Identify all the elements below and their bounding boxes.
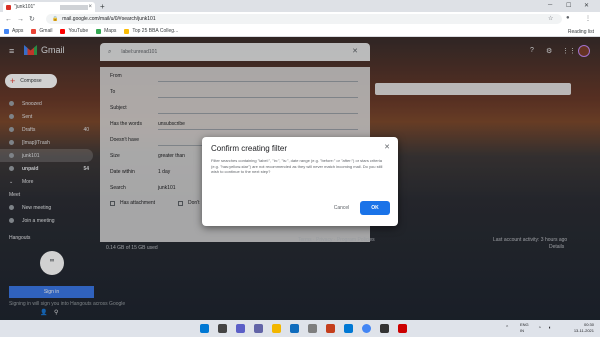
cancel-button[interactable]: Cancel bbox=[328, 202, 355, 214]
reading-list[interactable]: Reading list bbox=[568, 29, 594, 35]
clock[interactable]: 00:30 13-11-2021 bbox=[574, 322, 594, 334]
apps-icon bbox=[4, 28, 9, 34]
minimize-icon[interactable]: ─ bbox=[548, 2, 552, 8]
ok-button[interactable]: OK bbox=[360, 201, 390, 215]
window-close-icon[interactable]: ✕ bbox=[584, 2, 589, 9]
bookmarks-bar: Apps Gmail YouTube Maps Top 25 BBA Colle… bbox=[0, 26, 600, 37]
office-icon[interactable] bbox=[326, 324, 335, 333]
windows-taskbar: ⌃ ENG IN ◔ ◖ 00:30 13-11-2021 bbox=[0, 320, 600, 337]
redacted-text bbox=[60, 4, 89, 10]
forward-icon[interactable]: → bbox=[17, 16, 24, 23]
wifi-icon[interactable]: ◔ bbox=[538, 325, 541, 331]
teams-icon[interactable] bbox=[254, 324, 263, 333]
bookmark-gmail[interactable]: Gmail bbox=[31, 28, 52, 34]
star-icon[interactable]: ☆ bbox=[548, 15, 553, 22]
gmail-favicon-icon bbox=[6, 4, 11, 10]
task-view-icon[interactable] bbox=[236, 324, 245, 333]
new-tab-button[interactable]: + bbox=[100, 2, 105, 11]
address-bar-row: ← → ↻ 🔒 mail.google.com/mail/u/0/#search… bbox=[0, 12, 600, 26]
start-icon[interactable] bbox=[200, 324, 209, 333]
gmail-icon bbox=[31, 28, 37, 34]
browser-menu-icon[interactable]: ⋮ bbox=[585, 15, 591, 22]
youtube-icon bbox=[60, 28, 66, 34]
url-field[interactable]: 🔒 mail.google.com/mail/u/0/#search/junk1… bbox=[46, 14, 562, 24]
bookmark-youtube[interactable]: YouTube bbox=[60, 28, 88, 34]
volume-icon[interactable]: ◖ bbox=[548, 325, 551, 331]
mail-icon[interactable] bbox=[344, 324, 353, 333]
store-icon[interactable] bbox=[308, 324, 317, 333]
bookmark-maps[interactable]: Maps bbox=[96, 28, 116, 34]
reload-icon[interactable]: ↻ bbox=[29, 15, 35, 23]
edge-icon[interactable] bbox=[290, 324, 299, 333]
back-icon[interactable]: ← bbox=[5, 16, 12, 23]
app-red-icon[interactable] bbox=[398, 324, 407, 333]
search-icon[interactable] bbox=[218, 324, 227, 333]
lock-icon: 🔒 bbox=[52, 16, 59, 22]
browser-tab[interactable]: "junk101" × bbox=[3, 2, 95, 12]
maximize-icon[interactable]: ☐ bbox=[566, 2, 571, 9]
profile-icon[interactable]: ● bbox=[566, 15, 570, 21]
tab-title: "junk101" bbox=[14, 4, 36, 10]
bookmark-apps[interactable]: Apps bbox=[4, 28, 23, 34]
browser-tab-bar: "junk101" × + ─ ☐ ✕ bbox=[0, 0, 600, 12]
dialog-message: Filter searches containing "label:", "in… bbox=[211, 158, 383, 175]
file-explorer-icon[interactable] bbox=[272, 324, 281, 333]
bookmark-colleges[interactable]: Top 25 BBA Colleg... bbox=[124, 28, 178, 34]
dialog-title: Confirm creating filter bbox=[211, 144, 288, 153]
tray-chevron-icon[interactable]: ⌃ bbox=[505, 325, 509, 331]
maps-icon bbox=[96, 28, 102, 34]
app-icon[interactable] bbox=[380, 324, 389, 333]
confirm-filter-dialog: Confirm creating filter ✕ Filter searche… bbox=[202, 137, 398, 226]
url-text: mail.google.com/mail/u/0/#search/junk101 bbox=[62, 16, 156, 22]
chrome-icon[interactable] bbox=[362, 324, 371, 333]
bookmark-icon bbox=[124, 28, 130, 34]
language-indicator[interactable]: ENG IN bbox=[520, 322, 529, 334]
tab-close-icon[interactable]: × bbox=[88, 4, 92, 10]
dialog-close-icon[interactable]: ✕ bbox=[384, 143, 390, 151]
